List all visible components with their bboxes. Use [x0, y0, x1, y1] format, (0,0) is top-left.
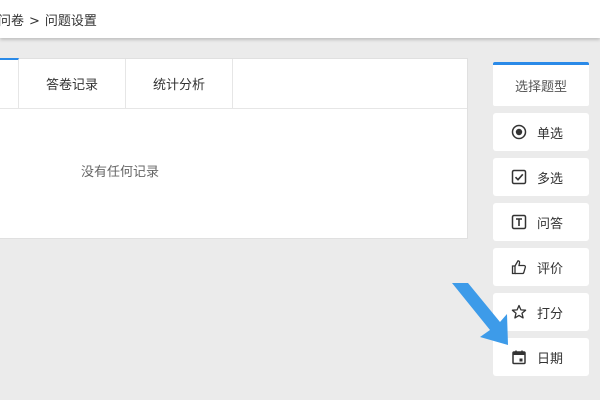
question-type-label: 日期 — [537, 351, 564, 367]
question-type-header: 选择题型 — [493, 62, 589, 106]
breadcrumb-current: 问题设置 — [44, 14, 97, 29]
question-type-score[interactable]: 打分 — [493, 293, 589, 331]
records-panel: 答卷记录 统计分析 没有任何记录 — [0, 58, 468, 239]
question-type-text-answer[interactable]: 问答 — [493, 203, 589, 241]
tab-active[interactable] — [0, 58, 19, 108]
text-icon — [511, 214, 527, 230]
question-type-multiple-choice[interactable]: 多选 — [493, 158, 589, 196]
calendar-icon — [511, 349, 527, 365]
tab-statistics[interactable]: 统计分析 — [126, 59, 233, 108]
tab-bar: 答卷记录 统计分析 — [0, 58, 467, 109]
question-type-date[interactable]: 日期 — [493, 338, 589, 376]
thumbs-up-icon — [511, 259, 527, 275]
radio-icon — [511, 124, 527, 140]
question-type-label: 打分 — [537, 306, 564, 322]
top-bar: 问卷 > 问题设置 — [0, 0, 600, 38]
breadcrumb: 问卷 > 问题设置 — [0, 10, 97, 29]
question-type-label: 评价 — [537, 261, 564, 277]
question-type-single-choice[interactable]: 单选 — [493, 113, 589, 151]
question-type-label: 多选 — [537, 171, 564, 187]
breadcrumb-separator: > — [29, 14, 40, 29]
tab-response-records[interactable]: 答卷记录 — [19, 59, 126, 108]
question-type-label: 单选 — [537, 126, 564, 142]
star-icon — [511, 304, 527, 320]
question-type-rating[interactable]: 评价 — [493, 248, 589, 286]
checkbox-icon — [511, 169, 527, 185]
question-type-label: 问答 — [537, 216, 564, 232]
breadcrumb-parent[interactable]: 问卷 — [0, 14, 24, 29]
empty-state-text: 没有任何记录 — [81, 165, 160, 180]
